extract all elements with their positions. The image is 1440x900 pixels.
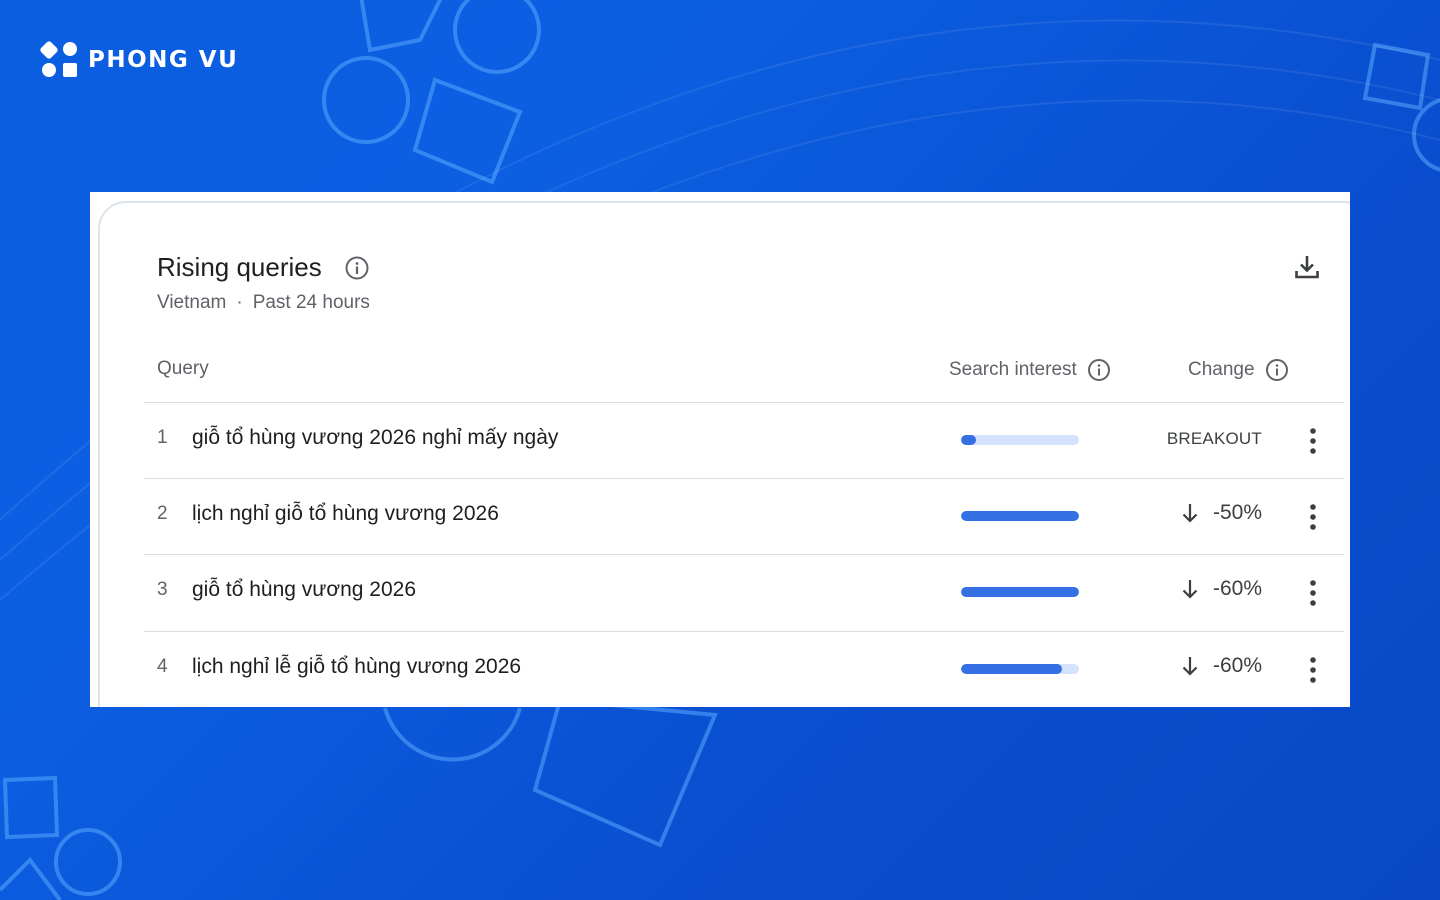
change-value-label: -60% bbox=[1212, 654, 1262, 677]
more-options-icon[interactable] bbox=[1303, 578, 1323, 608]
column-header-query-label: Query bbox=[157, 358, 209, 379]
period-label: Past 24 hours bbox=[252, 292, 370, 313]
arrow-down-icon bbox=[1182, 657, 1198, 676]
info-icon[interactable] bbox=[345, 256, 369, 280]
query-text[interactable]: giỗ tổ hùng vương 2026 nghỉ mấy ngày bbox=[192, 426, 558, 450]
change-value-label: -50% bbox=[1212, 501, 1262, 524]
search-interest-bar-fill bbox=[961, 435, 977, 445]
arrow-down-icon bbox=[1182, 504, 1198, 523]
download-icon[interactable] bbox=[1293, 253, 1321, 281]
region-label: Vietnam bbox=[157, 292, 227, 313]
brand-logo: PHONG VU bbox=[40, 40, 238, 80]
row-rank: 4 bbox=[157, 656, 168, 677]
column-header-query[interactable]: Query bbox=[157, 358, 209, 380]
search-interest-bar bbox=[961, 587, 1079, 597]
column-header-search-interest[interactable]: Search interest bbox=[949, 358, 1111, 382]
search-interest-bar bbox=[961, 435, 1079, 445]
search-interest-bar-fill bbox=[961, 587, 1079, 597]
change-value: -50% bbox=[1179, 501, 1262, 525]
info-icon[interactable] bbox=[1265, 358, 1289, 382]
query-text[interactable]: lịch nghỉ giỗ tổ hùng vương 2026 bbox=[192, 502, 499, 526]
rising-queries-panel: Rising queries Vietnam · Past 24 hours Q… bbox=[90, 192, 1350, 707]
subtitle-separator: · bbox=[236, 292, 243, 313]
column-header-search-interest-label: Search interest bbox=[949, 359, 1077, 380]
search-interest-bar-fill bbox=[961, 664, 1063, 674]
row-rank: 2 bbox=[157, 503, 168, 524]
rising-queries-card: Rising queries Vietnam · Past 24 hours Q… bbox=[98, 201, 1350, 707]
brand-name: PHONG VU bbox=[88, 47, 239, 73]
column-header-change[interactable]: Change bbox=[1188, 358, 1289, 382]
info-icon[interactable] bbox=[1087, 358, 1111, 382]
table-row[interactable]: 4 lịch nghỉ lễ giỗ tổ hùng vương 2026 -6… bbox=[144, 631, 1344, 707]
query-text[interactable]: lịch nghỉ lễ giỗ tổ hùng vương 2026 bbox=[192, 655, 521, 679]
table-row[interactable]: 1 giỗ tổ hùng vương 2026 nghỉ mấy ngày B… bbox=[144, 402, 1344, 479]
phong-vu-logo-icon bbox=[40, 41, 77, 77]
arrow-down-icon bbox=[1182, 580, 1198, 599]
more-options-icon[interactable] bbox=[1303, 655, 1323, 685]
card-title: Rising queries bbox=[157, 252, 322, 282]
column-header-change-label: Change bbox=[1188, 359, 1255, 380]
row-rank: 1 bbox=[157, 427, 168, 448]
change-value: -60% bbox=[1179, 654, 1262, 678]
change-value-label: -60% bbox=[1212, 577, 1262, 600]
more-options-icon[interactable] bbox=[1303, 426, 1323, 456]
table-row[interactable]: 2 lịch nghỉ giỗ tổ hùng vương 2026 -50% bbox=[144, 478, 1344, 555]
row-rank: 3 bbox=[157, 579, 168, 600]
table-row[interactable]: 3 giỗ tổ hùng vương 2026 -60% bbox=[144, 554, 1344, 631]
card-subtitle: Vietnam · Past 24 hours bbox=[157, 292, 370, 314]
more-options-icon[interactable] bbox=[1303, 502, 1323, 532]
change-value: -60% bbox=[1179, 577, 1262, 601]
search-interest-bar bbox=[961, 511, 1079, 521]
search-interest-bar-fill bbox=[961, 511, 1079, 521]
change-value: BREAKOUT bbox=[1167, 429, 1262, 449]
search-interest-bar bbox=[961, 664, 1079, 674]
change-value-label: BREAKOUT bbox=[1166, 429, 1262, 448]
query-text[interactable]: giỗ tổ hùng vương 2026 bbox=[192, 578, 416, 602]
